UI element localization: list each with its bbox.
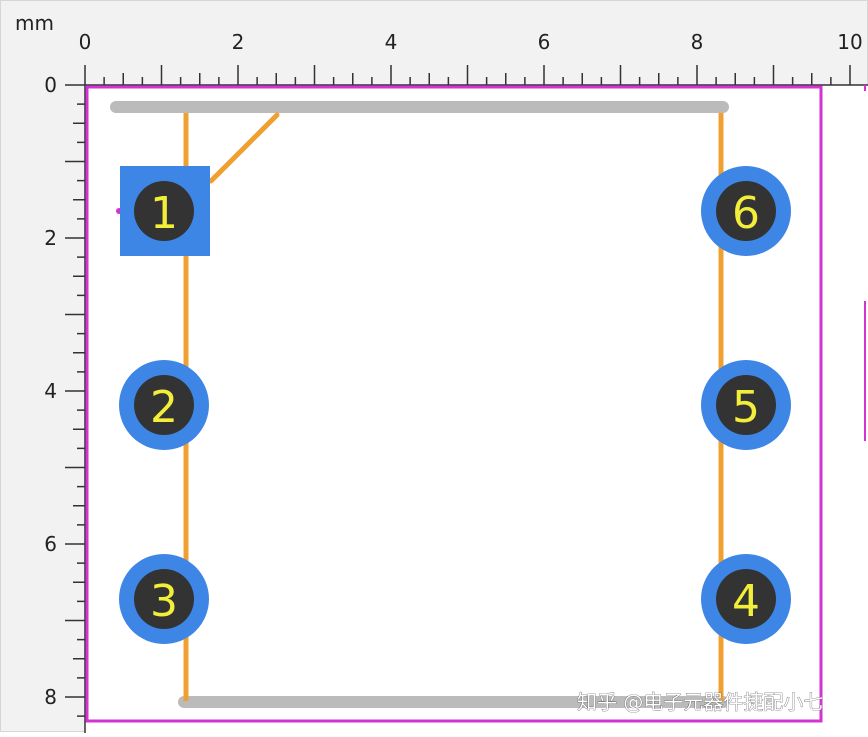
top-ruler[interactable]: 0 2 4 6 8 10 [79,30,868,86]
x-axis-label: 4 [385,30,398,54]
y-axis-label: 4 [44,379,57,403]
y-axis-label: 8 [44,685,57,709]
y-axis-label: 0 [44,73,57,97]
pad-6[interactable]: 6 [701,166,791,256]
x-axis-label: 10 [837,30,862,54]
pad-number: 4 [732,576,760,627]
footprint-viewer[interactable]: 0 2 4 6 8 10 0 2 4 6 8 mm 1 2 3 4 5 6 知乎 @电子… [0,0,868,733]
pad-number: 2 [150,382,178,433]
left-ruler[interactable]: 0 2 4 6 8 [44,73,86,733]
pad-2[interactable]: 2 [119,360,209,450]
pad-number: 5 [732,382,760,433]
pad-3[interactable]: 3 [119,554,209,644]
footprint-canvas[interactable]: 0 2 4 6 8 10 0 2 4 6 8 mm 1 2 3 4 5 6 知乎 @电子… [1,1,868,733]
pad-1[interactable]: 1 [116,166,210,256]
x-axis-label: 2 [232,30,245,54]
pad-5[interactable]: 5 [701,360,791,450]
pad-number: 6 [732,188,760,239]
pad-4[interactable]: 4 [701,554,791,644]
y-axis-label: 2 [44,226,57,250]
pad-number: 3 [150,576,178,627]
pad-number: 1 [150,188,178,239]
y-axis-label: 6 [44,532,57,556]
x-axis-label: 6 [538,30,551,54]
x-axis-label: 8 [691,30,704,54]
ruler-unit-label: mm [15,11,54,35]
watermark-text: 知乎 @电子元器件捷配小七 [577,690,823,714]
x-axis-label: 0 [79,30,92,54]
